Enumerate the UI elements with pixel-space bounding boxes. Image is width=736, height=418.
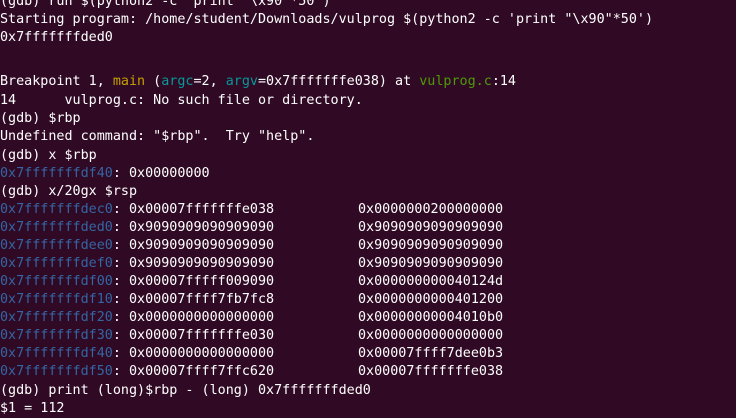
memory-row: 0x7fffffffdf00: 0x00007fffff009090 bbox=[0, 273, 274, 291]
memory-value-col2: 0x9090909090909090 bbox=[358, 220, 504, 235]
memory-address: 0x7fffffffdf10 bbox=[0, 292, 113, 307]
memory-row: 0x7fffffffdf20: 0x0000000000000000 bbox=[0, 309, 274, 327]
printed-address-line: 0x7fffffffded0 bbox=[0, 30, 113, 45]
memory-value-col2: 0x00000000004010b0 bbox=[358, 310, 504, 325]
memory-address: 0x7fffffffded0 bbox=[0, 220, 113, 235]
paren-open: ( bbox=[145, 74, 162, 89]
memory-value-col2: 0x00007fffffffe038 bbox=[358, 364, 504, 379]
gdb-print-command-line: (gdb) print (long)$rbp - (long) 0x7fffff… bbox=[0, 383, 371, 398]
memory-row: 0x7fffffffdef0: 0x9090909090909090 bbox=[0, 255, 274, 273]
argc-name: argc bbox=[161, 74, 194, 89]
source-line-number: :14 bbox=[491, 74, 516, 89]
memory-row: 0x7fffffffded0: 0x9090909090909090 bbox=[0, 219, 274, 237]
terminal-window[interactable]: (gdb) run $(python2 -c 'print "\x90"*50'… bbox=[0, 0, 736, 418]
memory-address: 0x7fffffffdf00 bbox=[0, 274, 113, 289]
memory-row: 0x7fffffffdee0: 0x9090909090909090 bbox=[0, 237, 274, 255]
print-result-line: $1 = 112 bbox=[0, 401, 65, 416]
memory-value: : 0x00007ffff7ffc620 bbox=[112, 364, 275, 379]
breakpoint-line: Breakpoint 1, main (argc=2, argv=0x7ffff… bbox=[0, 73, 516, 91]
memory-row: 0x7fffffffdf50: 0x00007ffff7ffc620 bbox=[0, 363, 274, 381]
memory-value-col2: 0x000000000040124d bbox=[358, 274, 504, 289]
memory-address: 0x7fffffffdf30 bbox=[0, 328, 113, 343]
argc-value: =2, bbox=[193, 74, 226, 89]
memory-address: 0x7fffffffdee0 bbox=[0, 238, 113, 253]
memory-address: 0x7fffffffdf20 bbox=[0, 310, 113, 325]
memory-row: 0x7fffffffdec0: 0x00007fffffffe038 bbox=[0, 201, 274, 219]
memory-row: 0x7fffffffdf30: 0x00007fffffffe030 bbox=[0, 327, 274, 345]
memory-value: : 0x9090909090909090 bbox=[112, 256, 275, 271]
memory-value: : 0x0000000000000000 bbox=[112, 310, 275, 325]
memory-value-col2: 0x00007ffff7dee0b3 bbox=[358, 346, 504, 361]
x-rbp-result-line: 0x7fffffffdf40: 0x00000000 bbox=[0, 165, 210, 183]
function-name: main bbox=[112, 74, 146, 89]
memory-value: : 0x00007ffff7fb7fc8 bbox=[112, 292, 275, 307]
memory-value-col2: 0x0000000000401200 bbox=[358, 292, 504, 307]
memory-value: : 0x9090909090909090 bbox=[112, 238, 275, 253]
memory-row: 0x7fffffffdf40: 0x0000000000000000 bbox=[0, 345, 274, 363]
gdb-x-rbp-command-line: (gdb) x $rbp bbox=[0, 148, 97, 163]
breakpoint-prefix: Breakpoint 1, bbox=[0, 74, 113, 89]
memory-value: : 0x0000000000000000 bbox=[112, 346, 275, 361]
memory-value: : 0x00000000 bbox=[112, 166, 210, 181]
source-filename: vulprog.c bbox=[419, 74, 492, 89]
memory-value-col2: 0x9090909090909090 bbox=[358, 256, 504, 271]
argv-name: argv bbox=[225, 74, 258, 89]
memory-address: 0x7fffffffdf40 bbox=[0, 166, 113, 181]
memory-value: : 0x00007fffff009090 bbox=[112, 274, 275, 289]
memory-value-col2: 0x0000000000000000 bbox=[358, 328, 504, 343]
source-line-message: 14 vulprog.c: No such file or directory. bbox=[0, 93, 363, 108]
memory-row: 0x7fffffffdf10: 0x00007ffff7fb7fc8 bbox=[0, 291, 274, 309]
memory-address: 0x7fffffffdf50 bbox=[0, 364, 113, 379]
memory-address: 0x7fffffffdec0 bbox=[0, 202, 113, 217]
memory-value-col2: 0x0000000200000000 bbox=[358, 202, 504, 217]
gdb-run-command-line: (gdb) run $(python2 -c 'print "\x90"*50'… bbox=[0, 0, 331, 9]
memory-address: 0x7fffffffdf40 bbox=[0, 346, 113, 361]
undefined-command-message: Undefined command: "$rbp". Try "help". bbox=[0, 129, 315, 144]
memory-value: : 0x00007fffffffe030 bbox=[112, 328, 275, 343]
memory-value: : 0x00007fffffffe038 bbox=[112, 202, 275, 217]
gdb-x-rsp-command-line: (gdb) x/20gx $rsp bbox=[0, 184, 138, 199]
gdb-rbp-command-line: (gdb) $rbp bbox=[0, 111, 81, 126]
memory-address: 0x7fffffffdef0 bbox=[0, 256, 113, 271]
argv-value: =0x7fffffffe038) at bbox=[258, 74, 420, 89]
memory-value-col2: 0x9090909090909090 bbox=[358, 238, 504, 253]
memory-value: : 0x9090909090909090 bbox=[112, 220, 275, 235]
starting-program-line: Starting program: /home/student/Download… bbox=[0, 12, 654, 27]
